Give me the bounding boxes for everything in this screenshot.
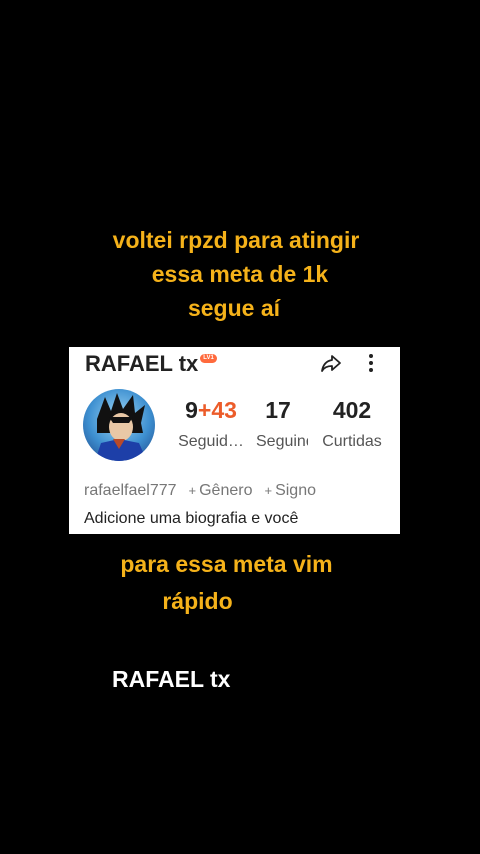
level-badge: LV1 — [200, 353, 217, 363]
sign-tag[interactable]: + Signo — [264, 482, 316, 500]
stats-row: 9+43 Seguid… 17 Seguindo 402 Curtidas — [69, 395, 400, 465]
profile-card-screenshot: RAFAEL tx LV1 9+43 Seguid… 17 Seguindo 4… — [69, 347, 400, 534]
bio-text[interactable]: Adicione uma biografia e você — [84, 508, 298, 530]
followers-label: Seguid… — [178, 433, 244, 450]
caption-line-1: voltei rpzd para atingir — [112, 227, 360, 253]
profile-header: RAFAEL tx LV1 — [85, 349, 217, 379]
more-icon[interactable] — [365, 351, 377, 375]
caption-line-2: essa meta de 1k — [151, 261, 329, 287]
followers-count: 9+43 — [185, 397, 237, 423]
following-count: 17 — [265, 397, 291, 423]
share-icon[interactable] — [319, 351, 343, 375]
signature-text: RAFAEL tx — [112, 666, 231, 692]
gender-tag[interactable]: + Gênero — [189, 482, 253, 500]
top-caption: voltei rpzd para atingir essa meta de 1k… — [40, 223, 440, 325]
profile-name: RAFAEL tx — [85, 351, 199, 376]
profile-meta-row: rafaelfael777 + Gênero + Signo — [84, 482, 328, 500]
followers-delta: +43 — [197, 397, 237, 423]
likes-count: 402 — [332, 397, 372, 423]
likes-label: Curtidas — [322, 433, 382, 450]
following-label: Seguindo — [256, 433, 308, 450]
following-stat[interactable]: 17 Seguindo — [256, 395, 308, 453]
middle-caption-line-2: rápido — [162, 588, 233, 614]
caption-line-3: segue aí — [187, 295, 281, 321]
followers-stat[interactable]: 9+43 Seguid… — [171, 395, 251, 453]
profile-handle: rafaelfael777 — [84, 482, 177, 499]
likes-stat[interactable]: 402 Curtidas — [312, 395, 392, 453]
middle-caption: para essa meta vim rápido — [40, 546, 413, 620]
middle-caption-line-1: para essa meta vim — [120, 551, 333, 577]
